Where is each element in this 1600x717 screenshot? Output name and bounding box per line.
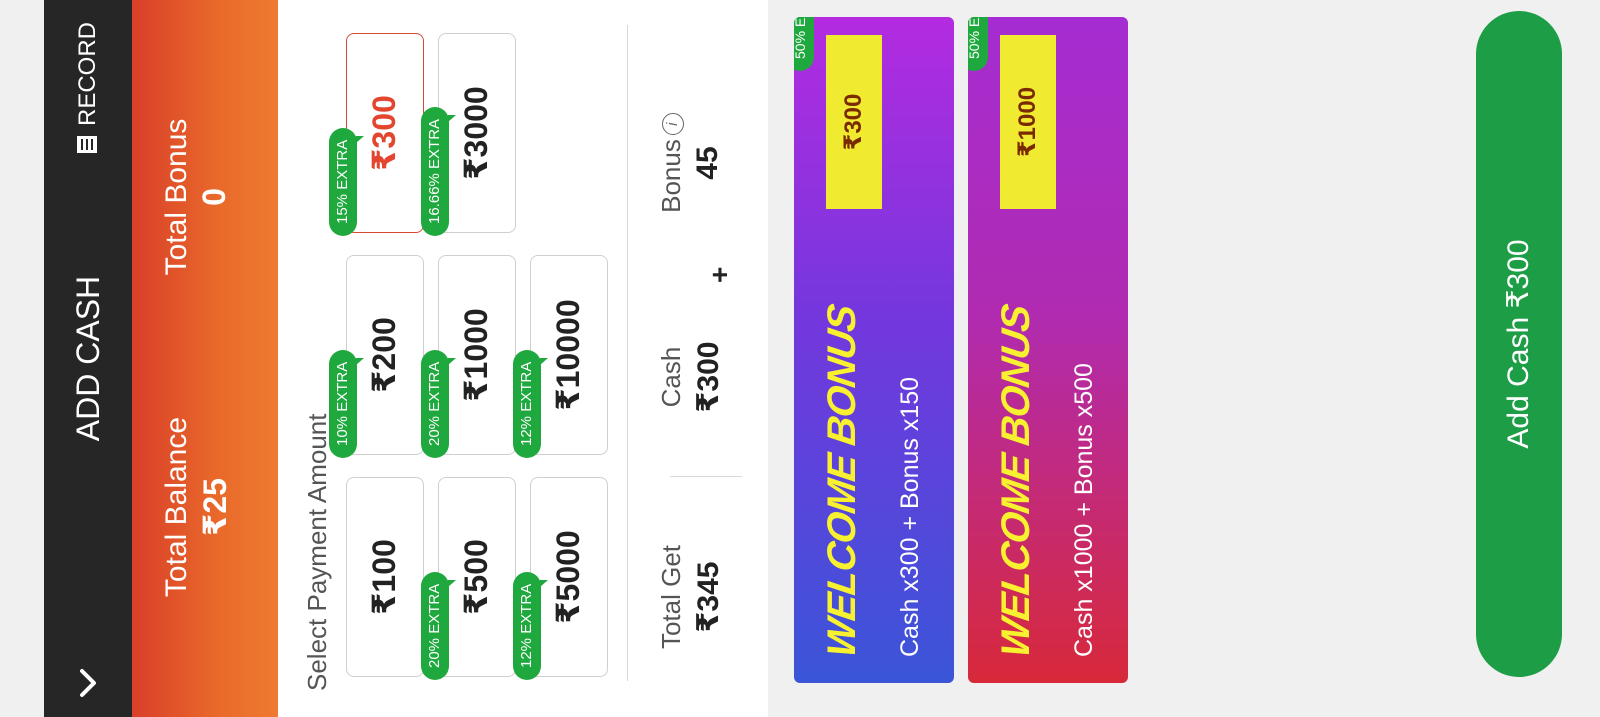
extra-badge: 12% EXTRA xyxy=(513,349,541,458)
welcome-bonus-card[interactable]: WELCOME BONUS Cash x300 + Bonus x150 ₹30… xyxy=(794,17,954,683)
receipt-icon xyxy=(77,136,97,154)
add-cash-screen: ADD CASH RECORD Total Balance ₹25 Total … xyxy=(0,0,1600,717)
offer-title: WELCOME BONUS xyxy=(994,302,1038,661)
total-balance-value: ₹25 xyxy=(197,478,233,536)
total-bonus-value: 0 xyxy=(196,188,232,206)
amount-value: ₹10000 xyxy=(550,299,586,411)
amount-chip-10000[interactable]: 12% EXTRA ₹10000 xyxy=(513,255,608,458)
cash-value: ₹300 xyxy=(692,341,725,413)
amount-value: ₹5000 xyxy=(550,530,586,624)
total-balance-label: Total Balance xyxy=(160,416,193,598)
bonus-label: Bonus xyxy=(656,139,686,213)
amount-chip-1000[interactable]: 20% EXTRA ₹1000 xyxy=(421,255,516,458)
amount-chip-3000[interactable]: 16.66% EXTRA ₹3000 xyxy=(421,33,516,236)
total-bonus: Total Bonus 0 xyxy=(132,97,278,297)
amount-value: ₹300 xyxy=(366,95,402,171)
extra-badge: 20% EXTRA xyxy=(421,349,449,458)
cash-label: Cash xyxy=(656,346,686,408)
offer-price-button[interactable]: ₹300 xyxy=(826,35,882,209)
total-get: Total Get ₹345 xyxy=(656,517,726,677)
offer-title: WELCOME BONUS xyxy=(820,302,864,661)
extra-badge: 50% EXTRA xyxy=(968,17,988,71)
payment-panel: Select Payment Amount ₹100 10% EXTRA ₹20… xyxy=(278,0,768,717)
select-amount-label: Select Payment Amount xyxy=(302,413,332,691)
bonus-label-row: Bonus i xyxy=(656,83,687,243)
total-get-value: ₹345 xyxy=(692,561,725,633)
record-label: RECORD xyxy=(74,22,101,127)
amount-chip-500[interactable]: 20% EXTRA ₹500 xyxy=(421,477,516,680)
amount-value: ₹200 xyxy=(366,317,402,393)
offer-description: Cash x300 + Bonus x150 xyxy=(896,376,924,657)
divider xyxy=(627,25,628,681)
amount-chip-5000[interactable]: 12% EXTRA ₹5000 xyxy=(513,477,608,680)
extra-badge: 10% EXTRA xyxy=(329,349,357,458)
app-bar: ADD CASH RECORD xyxy=(44,0,132,717)
offer-price-button[interactable]: ₹1000 xyxy=(1000,35,1056,209)
amount-chip-300[interactable]: 15% EXTRA ₹300 xyxy=(329,33,424,236)
amount-value: ₹100 xyxy=(366,539,402,615)
plus-sign: + xyxy=(704,266,735,283)
total-bonus-label: Total Bonus xyxy=(160,118,193,276)
total-get-label: Total Get xyxy=(656,544,686,650)
amount-value: ₹3000 xyxy=(458,86,494,180)
balance-header: Total Balance ₹25 Total Bonus 0 xyxy=(132,0,278,717)
amount-chip-100[interactable]: ₹100 xyxy=(346,477,424,677)
extra-badge: 12% EXTRA xyxy=(513,571,541,680)
extra-badge: 50% EXTRA xyxy=(794,17,814,71)
offer-description: Cash x1000 + Bonus x500 xyxy=(1070,363,1098,657)
info-icon[interactable]: i xyxy=(662,113,684,136)
amount-value: ₹1000 xyxy=(458,308,494,402)
bonus-amount: Bonus i 45 xyxy=(656,83,725,243)
welcome-bonus-card[interactable]: WELCOME BONUS Cash x1000 + Bonus x500 ₹1… xyxy=(968,17,1128,683)
extra-badge: 16.66% EXTRA xyxy=(421,106,449,236)
bonus-value: 45 xyxy=(691,146,724,180)
total-balance: Total Balance ₹25 xyxy=(132,407,278,607)
summary-divider xyxy=(670,476,742,477)
add-cash-button[interactable]: Add Cash ₹300 xyxy=(1476,11,1562,677)
extra-badge: 20% EXTRA xyxy=(421,571,449,680)
amount-value: ₹500 xyxy=(458,539,494,615)
extra-badge: 15% EXTRA xyxy=(329,127,357,236)
record-button[interactable]: RECORD xyxy=(44,22,132,154)
amount-chip-200[interactable]: 10% EXTRA ₹200 xyxy=(329,255,424,458)
cash-amount: Cash ₹300 xyxy=(656,307,726,447)
